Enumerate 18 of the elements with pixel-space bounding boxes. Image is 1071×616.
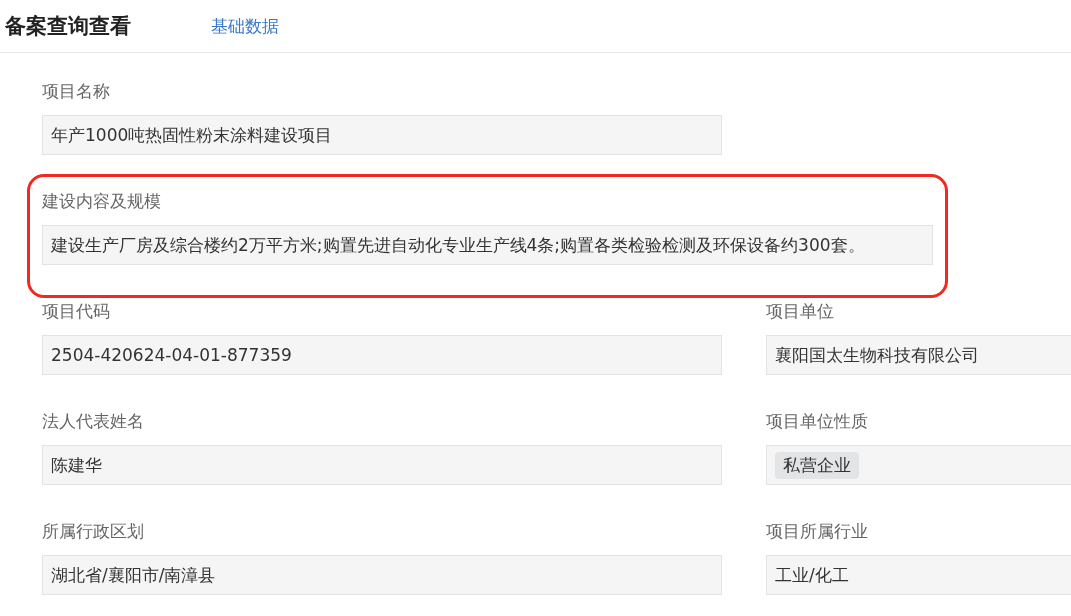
field-value: 年产1000吨热固性粉末涂料建设项目 (51, 123, 333, 147)
tab[interactable]: 基础数据 (211, 14, 279, 38)
field-label: 项目单位性质 (766, 410, 869, 433)
field-label: 法人代表姓名 (42, 410, 145, 433)
field-value: 2504-420624-04-01-877359 (51, 345, 292, 365)
field-label: 项目单位 (766, 300, 835, 323)
field-value: 工业/化工 (775, 563, 849, 587)
field-value: 建设生产厂房及综合楼约2万平方米;购置先进自动化专业生产线4条;购置各类检验检测及环保设备约300套。 (51, 233, 865, 257)
page-title: 备案查询查看 (5, 13, 131, 40)
field-value: 湖北省/襄阳市/南漳县 (51, 563, 216, 587)
field-label: 项目所属行业 (766, 520, 869, 543)
field-label: 项目名称 (42, 80, 111, 103)
tag: 私营企业 (775, 451, 859, 479)
field-label: 所属行政区划 (42, 520, 145, 543)
field-label: 建设内容及规模 (42, 190, 162, 213)
field-value: 襄阳国太生物科技有限公司 (775, 343, 979, 367)
field-label: 项目代码 (42, 300, 111, 323)
field-value: 陈建华 (51, 453, 102, 477)
